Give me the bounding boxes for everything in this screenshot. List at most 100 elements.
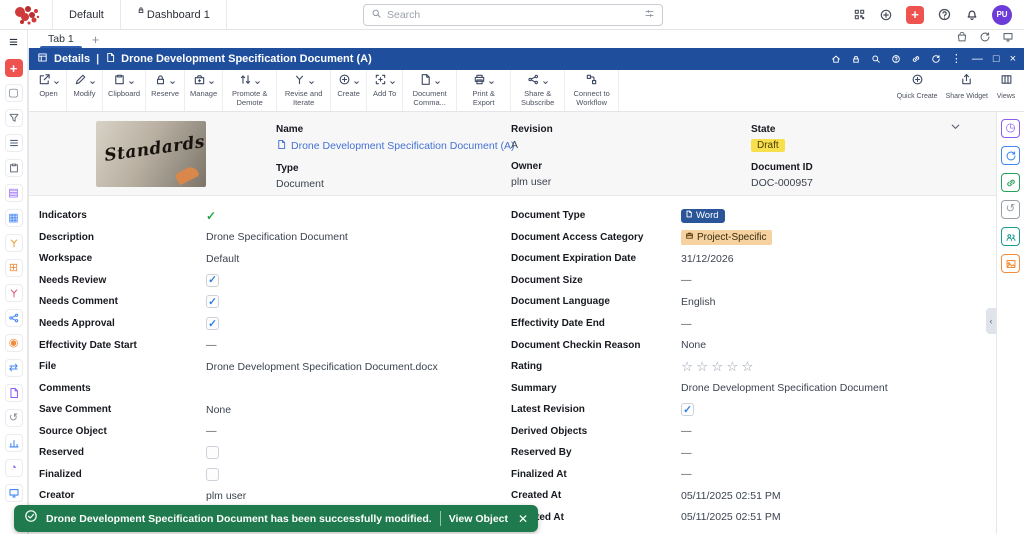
close-icon[interactable]: × (1010, 54, 1016, 65)
branch-icon[interactable] (5, 284, 23, 302)
table-icon[interactable]: ▦ (5, 209, 23, 227)
sync-icon[interactable] (1001, 146, 1020, 165)
merge-icon[interactable]: ⇄ (5, 359, 23, 377)
nodes-icon[interactable] (5, 309, 23, 327)
refresh-icon[interactable] (931, 54, 941, 64)
add-tab-button[interactable]: + (92, 33, 100, 46)
document-thumbnail[interactable]: Standards (96, 121, 206, 187)
eye-icon[interactable]: ◉ (5, 334, 23, 352)
home-icon[interactable] (831, 54, 841, 64)
field-label: Finalized (39, 469, 206, 480)
search-icon[interactable] (871, 54, 881, 64)
checkbox[interactable]: ✓ (206, 274, 219, 287)
workspace-tab-default[interactable]: Default (53, 0, 121, 30)
window-icon[interactable]: ▢ (5, 84, 23, 102)
clipboard-icon[interactable] (5, 159, 23, 177)
lock-icon[interactable] (851, 54, 861, 64)
field-label: Owner (511, 161, 553, 172)
search-input[interactable] (387, 9, 644, 21)
document-name-link[interactable]: Drone Development Specification Document… (276, 139, 515, 153)
titlebar-separator: | (96, 53, 99, 65)
toolbar-button-document-comma[interactable]: Document Comma... (403, 70, 457, 111)
minimize-icon[interactable]: — (972, 54, 983, 65)
image-icon[interactable] (1001, 254, 1020, 273)
user-avatar[interactable]: PU (992, 5, 1012, 25)
toolbar-button-quick-create[interactable]: Quick Create (893, 70, 942, 111)
collapse-summary-chevron-icon[interactable] (949, 120, 962, 138)
qr-scan-icon[interactable] (853, 8, 866, 21)
tab-1[interactable]: Tab 1 (38, 30, 84, 48)
toolbar-button-revise-and-iterate[interactable]: Revise and Iterate (277, 70, 331, 111)
toolbar-button-add-to[interactable]: Add To (367, 70, 403, 111)
gauge-icon[interactable]: ◔ (5, 459, 23, 477)
screen-share-icon[interactable] (5, 484, 23, 502)
export-tray-icon[interactable] (956, 30, 968, 48)
checkbox[interactable] (206, 468, 219, 481)
toolbar-button-connect-to-workflow[interactable]: Connect to Workflow (565, 70, 619, 111)
link-icon[interactable] (1001, 173, 1020, 192)
field-label: Name (276, 124, 515, 135)
field-row: Updated At05/11/2025 02:51 PM (511, 507, 991, 529)
plus-circle-icon[interactable] (879, 8, 893, 22)
help-icon[interactable] (937, 7, 952, 22)
link-icon[interactable] (911, 54, 921, 64)
toolbar-button-manage[interactable]: Manage (185, 70, 223, 111)
search-icon (371, 6, 382, 24)
field-label: Document Type (511, 210, 681, 221)
toolbar-button-label: Clipboard (108, 89, 140, 98)
toast-close-icon[interactable]: ✕ (518, 512, 528, 526)
success-toast: Drone Development Specification Document… (14, 505, 538, 532)
toolbar-button-clipboard[interactable]: Clipboard (103, 70, 146, 111)
toolbar-button-print-export[interactable]: Print & Export (457, 70, 511, 111)
field-value: None (681, 339, 706, 351)
toolbar-button-label: Share & Subscribe (516, 89, 559, 107)
help-icon[interactable] (891, 54, 901, 64)
workspace-tab-dashboard[interactable]: Dashboard 1 (121, 0, 227, 30)
create-new-button[interactable]: + (906, 6, 924, 24)
field-label: Latest Revision (511, 404, 681, 415)
chart-icon[interactable] (5, 434, 23, 452)
desktop-icon[interactable] (1002, 30, 1014, 48)
field-row: SummaryDrone Development Specification D… (511, 377, 991, 399)
checkbox[interactable]: ✓ (681, 403, 694, 416)
checkbox[interactable]: ✓ (206, 295, 219, 308)
team-icon[interactable] (1001, 227, 1020, 246)
document-icon (276, 139, 287, 153)
hamburger-menu-icon[interactable]: ≡ (9, 35, 18, 50)
toolbar-button-open[interactable]: Open (31, 70, 67, 111)
panel-collapse-handle[interactable]: ‹ (986, 308, 996, 334)
view-object-button[interactable]: View Object (449, 513, 508, 525)
notifications-bell-icon[interactable] (965, 8, 979, 22)
field-row: Created At05/11/2025 02:51 PM (511, 485, 991, 507)
list-icon[interactable] (5, 134, 23, 152)
toast-divider (440, 511, 441, 526)
history-icon[interactable]: ↺ (1001, 200, 1020, 219)
toolbar-button-promote-demote[interactable]: Promote & Demote (223, 70, 277, 111)
checkbox[interactable] (206, 446, 219, 459)
create-icon (911, 73, 924, 91)
field-value: 31/12/2026 (681, 253, 734, 265)
add-button[interactable]: + (5, 59, 23, 77)
history-icon[interactable]: ↺ (5, 409, 23, 427)
toolbar-button-share-widget[interactable]: Share Widget (942, 70, 992, 111)
document-icon[interactable] (5, 384, 23, 402)
search-filter-icon[interactable] (644, 6, 655, 24)
filter-icon[interactable] (5, 109, 23, 127)
toolbar-button-label: Manage (190, 89, 217, 98)
status-icon[interactable]: ◷ (1001, 119, 1020, 138)
toolbar-button-modify[interactable]: Modify (67, 70, 103, 111)
toolbar-button-create[interactable]: Create (331, 70, 367, 111)
rating-stars[interactable]: ☆☆☆☆☆ (681, 359, 757, 375)
hierarchy-icon[interactable] (5, 234, 23, 252)
document-icon (105, 50, 116, 68)
structure-icon[interactable]: ⊞ (5, 259, 23, 277)
maximize-icon[interactable]: □ (993, 54, 1000, 65)
toolbar-button-views[interactable]: Views (992, 70, 1020, 111)
refresh-icon[interactable] (979, 30, 991, 48)
toolbar-button-share-subscribe[interactable]: Share & Subscribe (511, 70, 565, 111)
kebab-icon[interactable]: ⋮ (951, 54, 962, 65)
checkbox[interactable]: ✓ (206, 317, 219, 330)
form-icon[interactable]: ▤ (5, 184, 23, 202)
tab-label: Tab 1 (48, 33, 74, 45)
toolbar-button-reserve[interactable]: Reserve (146, 70, 185, 111)
